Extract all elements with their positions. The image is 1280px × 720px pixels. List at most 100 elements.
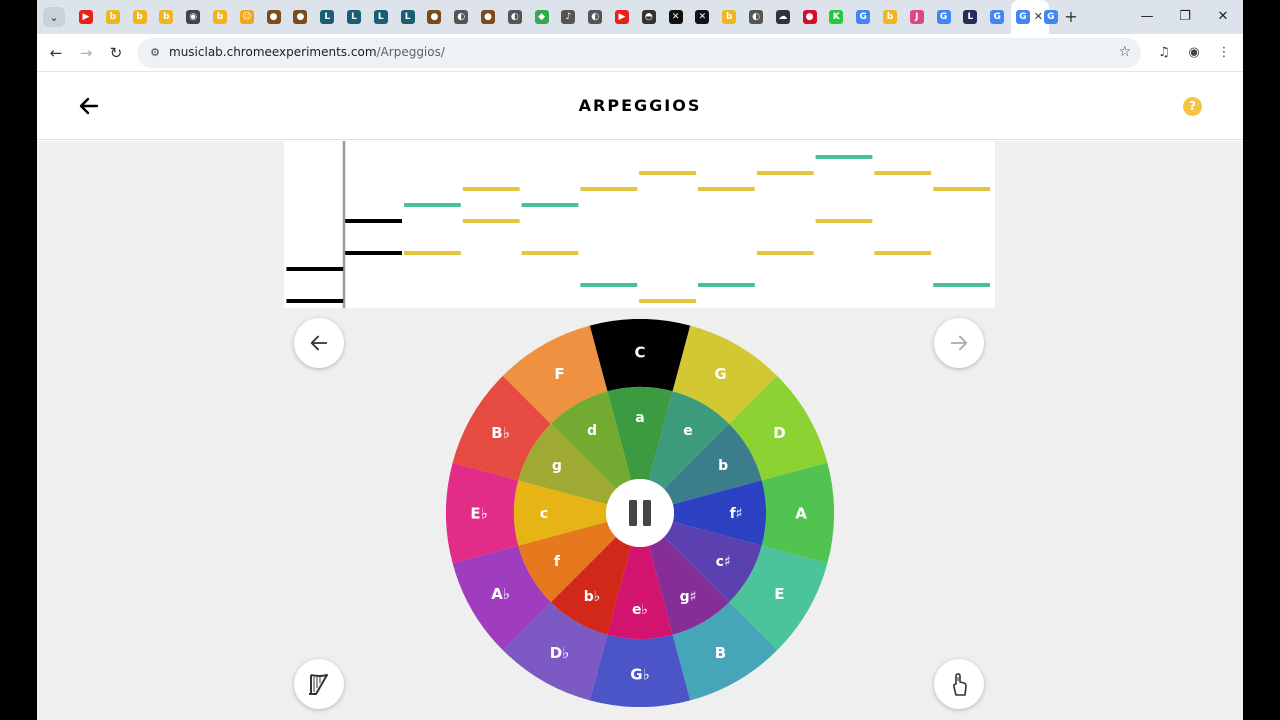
globe-icon: ◐ — [454, 10, 469, 24]
note-bar — [462, 187, 520, 191]
browser-tab[interactable]: b — [100, 0, 126, 34]
minor-chord-label: f♯ — [730, 506, 743, 522]
major-chord-label: D♭ — [550, 644, 570, 662]
previous-pattern-button[interactable] — [294, 318, 344, 368]
browser-tab[interactable]: ● — [421, 0, 447, 34]
browser-tab[interactable]: ● — [287, 0, 313, 34]
music-icon: ♪ — [561, 10, 576, 24]
major-chord-label: C — [634, 343, 645, 361]
globe-icon: ◐ — [588, 10, 603, 24]
major-chord-label: B♭ — [491, 424, 510, 442]
note-bar — [815, 219, 873, 223]
browser-tab[interactable]: ◓ — [636, 0, 662, 34]
browser-tab[interactable]: G — [931, 0, 957, 34]
browser-tab[interactable]: ◐ — [502, 0, 528, 34]
note-bar — [580, 283, 638, 287]
browser-tab[interactable]: ✕ — [663, 0, 689, 34]
bing-icon: b — [883, 10, 897, 24]
bookmark-star-icon[interactable]: ☆ — [1118, 44, 1131, 60]
chord-wheel-svg[interactable]: C G D A E B G♭ D♭ A♭ E♭ B♭ Fa e b f♯ c♯ g♯ e♭ b♭ f c g d — [446, 319, 834, 707]
major-chord-label: A♭ — [491, 585, 510, 603]
page-title: ARPEGGIOS — [578, 96, 702, 115]
logo-icon: L — [320, 10, 335, 24]
browser-tab[interactable]: K — [823, 0, 849, 34]
browser-tab[interactable]: L — [341, 0, 367, 34]
browser-tab[interactable]: b — [716, 0, 742, 34]
tab-search-chevron-icon[interactable]: ⌄ — [43, 7, 65, 27]
next-pattern-button[interactable] — [934, 318, 984, 368]
browser-tab[interactable]: ▶ — [73, 0, 99, 34]
play-pause-button[interactable] — [606, 479, 674, 547]
minor-chord-label: g♯ — [680, 589, 697, 605]
profile-icon[interactable]: ◉ — [1184, 43, 1204, 63]
browser-tab[interactable]: ◐ — [582, 0, 608, 34]
minor-chord-label: e♭ — [632, 602, 648, 618]
browser-tab[interactable]: ◉ — [180, 0, 206, 34]
restore-icon[interactable]: ❐ — [1170, 7, 1200, 27]
media-control-icon[interactable]: ♫ — [1154, 43, 1174, 63]
browser-tab[interactable]: ☺ — [234, 0, 260, 34]
browser-tab[interactable]: b — [877, 0, 903, 34]
major-chord-label: F — [554, 365, 564, 383]
cookie-icon: ● — [293, 10, 308, 24]
tempo-metronome-button[interactable] — [934, 659, 984, 709]
minor-chord-label: e — [683, 423, 693, 439]
browser-tab[interactable]: ● — [261, 0, 287, 34]
pause-bar — [629, 500, 637, 526]
browser-tab[interactable]: ◆ — [529, 0, 555, 34]
arpeggio-stage: C G D A E B G♭ D♭ A♭ E♭ B♭ Fa e b f♯ c♯ g♯ e♭ b♭ f c g d — [284, 141, 995, 720]
note-bar — [756, 171, 814, 175]
address-bar[interactable]: ⚙ musiclab.chromeexperiments.com/Arpeggi… — [137, 38, 1141, 68]
site-info-icon[interactable]: ⚙ — [147, 45, 163, 61]
browser-tab[interactable]: L — [957, 0, 983, 34]
note-bar — [933, 187, 990, 191]
browser-tab[interactable]: ● — [797, 0, 823, 34]
browser-tab[interactable]: G — [850, 0, 876, 34]
bing-icon: b — [105, 10, 120, 24]
close-window-icon[interactable]: ✕ — [1208, 7, 1238, 27]
browser-tab[interactable]: ● — [475, 0, 501, 34]
minor-chord-label: b♭ — [584, 589, 601, 605]
cookie-icon: ● — [266, 10, 281, 24]
browser-tab[interactable]: G — [1038, 0, 1064, 34]
left-arrow-icon — [310, 335, 328, 351]
browser-tab[interactable]: b — [153, 0, 179, 34]
menu-kebab-icon[interactable]: ⋮ — [1214, 43, 1234, 63]
cookie-icon: ● — [481, 10, 495, 24]
browser-tab[interactable]: ☁ — [770, 0, 796, 34]
browser-tab[interactable]: L — [314, 0, 340, 34]
browser-tab[interactable]: L — [368, 0, 394, 34]
browser-tab[interactable]: L — [395, 0, 421, 34]
minor-chord-label: b — [718, 458, 728, 474]
browser-tab[interactable]: b — [207, 0, 233, 34]
forward-nav-icon[interactable]: → — [73, 40, 99, 66]
reload-icon[interactable]: ↻ — [103, 40, 129, 66]
logo-icon: L — [347, 10, 361, 24]
browser-toolbar: ← → ↻ ⚙ musiclab.chromeexperiments.com/A… — [37, 34, 1243, 72]
bing-icon: b — [213, 10, 227, 24]
instrument-harp-button[interactable] — [294, 659, 344, 709]
new-tab-plus-icon[interactable]: + — [1061, 7, 1081, 27]
minor-chord-label: d — [587, 423, 597, 439]
note-bar — [462, 219, 520, 223]
help-button[interactable]: ? — [1183, 97, 1202, 116]
browser-tab[interactable]: ♪ — [555, 0, 581, 34]
minor-chord-label: f — [554, 554, 561, 570]
note-bar — [698, 187, 755, 191]
browser-tab[interactable]: J — [904, 0, 930, 34]
browser-tab[interactable]: ◐ — [743, 0, 769, 34]
browser-tab[interactable]: ◐ — [448, 0, 474, 34]
browser-tab[interactable]: ▶ — [609, 0, 635, 34]
logo-icon: L — [373, 10, 388, 24]
note-bar — [345, 251, 402, 255]
minimize-icon[interactable]: — — [1132, 7, 1162, 27]
minor-chord-label: g — [552, 458, 562, 474]
chord-wheel[interactable]: C G D A E B G♭ D♭ A♭ E♭ B♭ Fa e b f♯ c♯ g♯ e♭ b♭ f c g d — [446, 319, 834, 707]
chrome-icon: ◉ — [186, 10, 201, 24]
browser-tab[interactable]: b — [127, 0, 153, 34]
browser-tab[interactable]: G — [984, 0, 1010, 34]
url-text[interactable]: musiclab.chromeexperiments.com/Arpeggios… — [169, 45, 445, 59]
back-nav-icon[interactable]: ← — [43, 40, 69, 66]
browser-tab[interactable]: ✕ — [689, 0, 715, 34]
game-icon: ◓ — [641, 10, 656, 24]
